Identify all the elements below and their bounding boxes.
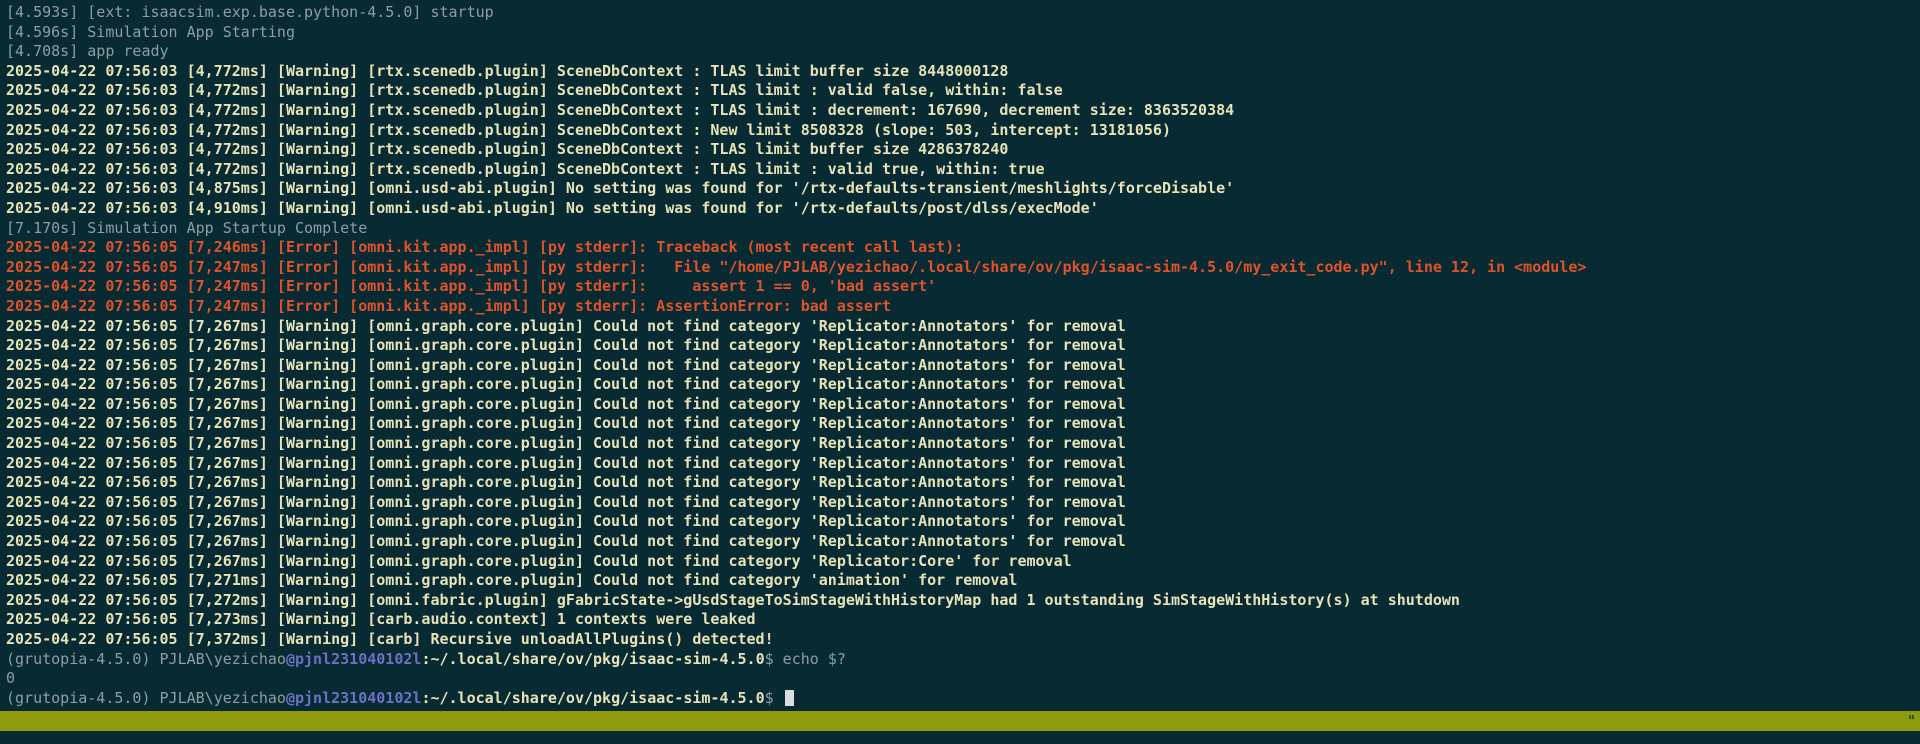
tmux-session-label: [0] bbox=[42, 732, 70, 744]
tmux-status-bar: [0] 0:python- 1:bash 2:bash 3:bash 4:grutopia… bbox=[0, 711, 1920, 744]
command-output: 0 bbox=[6, 669, 16, 688]
log-line-warn: 2025-04-22 07:56:05 [7,267ms] [Warning] … bbox=[6, 316, 1126, 335]
log-line-info: [4.596s] Simulation App Starting bbox=[6, 22, 295, 41]
log-line-warn: 2025-04-22 07:56:05 [7,267ms] [Warning] … bbox=[6, 394, 1126, 413]
log-line-warn: 2025-04-22 07:56:05 [7,272ms] [Warning] … bbox=[6, 590, 1460, 609]
log-line-warn: 2025-04-22 07:56:03 [4,772ms] [Warning] … bbox=[6, 120, 1171, 139]
log-line-warn: 2025-04-22 07:56:05 [7,271ms] [Warning] … bbox=[6, 571, 1018, 590]
log-line-warn: 2025-04-22 07:56:03 [4,772ms] [Warning] … bbox=[6, 140, 1009, 159]
log-line-warn: 2025-04-22 07:56:05 [7,267ms] [Warning] … bbox=[6, 473, 1126, 492]
tmux-window-list: 0:python- 1:bash 2:bash 3:bash 4:grutopia* 5:… bbox=[69, 732, 787, 744]
log-line-warn: 2025-04-22 07:56:05 [7,267ms] [Warning] … bbox=[6, 336, 1126, 355]
log-line-info: [7.170s] Simulation App Startup Complete bbox=[6, 218, 368, 237]
prompt-path: :~/.local/share/ov/pkg/isaac-sim-4.5.0 bbox=[421, 649, 765, 668]
log-line-warn: 2025-04-22 07:56:03 [4,772ms] [Warning] … bbox=[6, 81, 1063, 100]
log-line-warn: 2025-04-22 07:56:03 [4,772ms] [Warning] … bbox=[6, 61, 1009, 80]
log-line-warn: 2025-04-22 07:56:05 [7,267ms] [Warning] … bbox=[6, 532, 1126, 551]
log-line-info: [4.708s] app ready bbox=[6, 42, 169, 61]
tmux-window-tab[interactable]: 1:bash bbox=[165, 732, 219, 744]
tmux-window-tab[interactable]: 3:bash bbox=[293, 732, 347, 744]
log-line-info: [4.593s] [ext: isaacsim.exp.base.python-… bbox=[6, 3, 494, 21]
log-line-warn: 2025-04-22 07:56:03 [4,875ms] [Warning] … bbox=[6, 179, 1235, 198]
log-line-warn: 2025-04-22 07:56:05 [7,267ms] [Warning] … bbox=[6, 492, 1126, 511]
prompt-command: $ bbox=[764, 688, 783, 707]
log-line-warn: 2025-04-22 07:56:05 [7,267ms] [Warning] … bbox=[6, 375, 1126, 394]
tmux-window-tab[interactable]: 4:grutopia* bbox=[357, 732, 456, 744]
shell-prompt[interactable]: (grutopia-4.5.0) PJLAB\yezichao@pjnl2310… bbox=[6, 689, 1920, 709]
tmux-window-tab[interactable]: 2:bash bbox=[229, 732, 283, 744]
log-line-error: 2025-04-22 07:56:05 [7,247ms] [Error] [o… bbox=[6, 257, 1587, 276]
log-line-warn: 2025-04-22 07:56:03 [4,910ms] [Warning] … bbox=[6, 198, 1099, 217]
terminal-window[interactable]: [4.593s] [ext: isaacsim.exp.base.python-… bbox=[0, 0, 1920, 744]
log-line-error: 2025-04-22 07:56:05 [7,247ms] [Error] [o… bbox=[6, 277, 937, 296]
prompt-path: :~/.local/share/ov/pkg/isaac-sim-4.5.0 bbox=[421, 688, 765, 707]
log-line-warn: 2025-04-22 07:56:05 [7,267ms] [Warning] … bbox=[6, 453, 1126, 472]
prompt-host: @pjnl231040102l bbox=[285, 688, 422, 707]
terminal-output: [4.593s] [ext: isaacsim.exp.base.python-… bbox=[6, 3, 1920, 708]
log-line-warn: 2025-04-22 07:56:05 [7,267ms] [Warning] … bbox=[6, 355, 1126, 374]
log-line-warn: 2025-04-22 07:56:03 [4,772ms] [Warning] … bbox=[6, 100, 1235, 119]
text-cursor bbox=[784, 689, 794, 706]
prompt-host: @pjnl231040102l bbox=[285, 649, 422, 668]
log-line-error: 2025-04-22 07:56:05 [7,247ms] [Error] [o… bbox=[6, 296, 892, 315]
log-line-warn: 2025-04-22 07:56:05 [7,267ms] [Warning] … bbox=[6, 551, 1072, 570]
prompt-command: $ echo $? bbox=[764, 649, 846, 668]
tmux-window-tab[interactable]: 8:bash bbox=[659, 732, 713, 744]
log-line-warn: 2025-04-22 07:56:05 [7,273ms] [Warning] … bbox=[6, 610, 756, 629]
log-line-warn: 2025-04-22 07:56:05 [7,267ms] [Warning] … bbox=[6, 512, 1126, 531]
prompt-user: (grutopia-4.5.0) PJLAB\yezichao bbox=[6, 688, 286, 707]
tmux-window-tab[interactable]: 5:bash bbox=[466, 732, 520, 744]
tmux-window-tab[interactable]: 9:bash bbox=[723, 732, 777, 744]
log-line-warn: 2025-04-22 07:56:03 [4,772ms] [Warning] … bbox=[6, 159, 1045, 178]
tmux-window-tab[interactable]: 0:python- bbox=[73, 732, 154, 744]
shell-prompt: (grutopia-4.5.0) PJLAB\yezichao@pjnl2310… bbox=[6, 650, 1920, 670]
log-line-warn: 2025-04-22 07:56:05 [7,372ms] [Warning] … bbox=[6, 630, 774, 648]
tmux-window-tab[interactable]: 6:bash bbox=[531, 732, 585, 744]
log-line-error: 2025-04-22 07:56:05 [7,246ms] [Error] [o… bbox=[6, 238, 964, 257]
log-line-warn: 2025-04-22 07:56:05 [7,267ms] [Warning] … bbox=[6, 434, 1126, 453]
tmux-status-right: " bbox=[1906, 712, 1916, 730]
log-line-warn: 2025-04-22 07:56:05 [7,267ms] [Warning] … bbox=[6, 414, 1126, 433]
tmux-window-tab[interactable]: 7:bash bbox=[595, 732, 649, 744]
prompt-user: (grutopia-4.5.0) PJLAB\yezichao bbox=[6, 649, 286, 668]
